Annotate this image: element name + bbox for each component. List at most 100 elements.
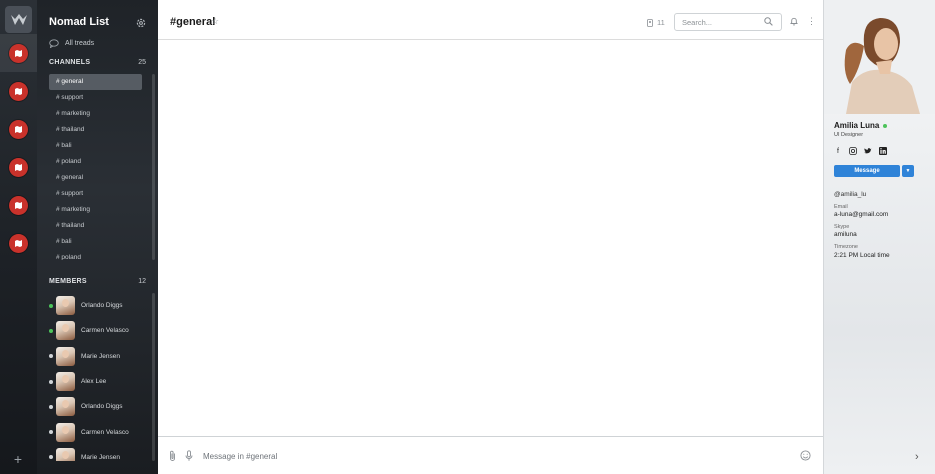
message-button[interactable]: Message: [834, 165, 900, 177]
email-label: Email: [834, 204, 848, 210]
search-icon[interactable]: [764, 17, 773, 26]
offline-status-dot: [49, 455, 53, 460]
channel-item[interactable]: # general: [49, 74, 142, 90]
timezone-value: 2:21 PM Local time: [834, 252, 890, 259]
map-icon: [9, 233, 28, 253]
linkedin-icon[interactable]: [879, 147, 887, 155]
members-scrollbar[interactable]: [152, 293, 155, 461]
workspace-item[interactable]: [0, 34, 37, 72]
workspace-item[interactable]: [0, 186, 37, 224]
map-icon: [9, 81, 28, 101]
app-logo-icon[interactable]: [5, 6, 32, 33]
workspace-item[interactable]: [0, 148, 37, 186]
member-count-value: 11: [657, 18, 665, 27]
chat-header: #general ☆ 11 ⋮: [158, 0, 823, 40]
team-name[interactable]: Nomad List: [49, 16, 109, 28]
channel-item[interactable]: # general: [49, 170, 142, 186]
channels-header: CHANNELS: [49, 59, 91, 66]
star-icon[interactable]: ☆: [211, 16, 219, 27]
member-name: Carmen Velasco: [81, 428, 129, 436]
profile-photo: [824, 0, 935, 114]
channel-list: # general # support # marketing # thaila…: [49, 74, 142, 260]
avatar: [56, 346, 75, 366]
channel-item[interactable]: # poland: [49, 154, 142, 170]
channels-count: 25: [138, 59, 146, 66]
avatar: [56, 422, 75, 442]
chat-bubble-icon: [49, 39, 59, 48]
skype-label: Skype: [834, 224, 850, 230]
workspace-rail: +: [0, 0, 37, 474]
offline-status-dot: [49, 354, 53, 359]
member-item[interactable]: Carmen Velasco: [49, 419, 149, 444]
message-list: [158, 41, 823, 436]
workspace-item[interactable]: [0, 72, 37, 110]
channel-sidebar: Nomad List ⌄ All treads CHANNELS 25 # ge…: [37, 0, 158, 474]
map-icon: [9, 119, 28, 139]
member-name: Marie Jensen: [81, 453, 121, 461]
channel-item[interactable]: # marketing: [49, 202, 142, 218]
member-item[interactable]: Orlando Diggs: [49, 293, 149, 318]
channel-item[interactable]: # thailand: [49, 218, 142, 234]
member-count[interactable]: 11: [647, 18, 665, 27]
paperclip-icon[interactable]: [168, 450, 177, 462]
chat-main: #general ☆ 11 ⋮: [158, 0, 823, 474]
member-name: Alex Lee: [81, 378, 107, 386]
member-item[interactable]: Orlando Diggs: [49, 394, 149, 419]
timezone-label: Timezone: [834, 244, 858, 250]
online-status-dot: [883, 123, 888, 128]
map-icon: [9, 43, 28, 63]
channel-item[interactable]: # thailand: [49, 122, 142, 138]
profile-panel: Amilia Luna UI Designer f Message ▼ @ami…: [823, 0, 935, 474]
avatar: [56, 372, 75, 392]
email-value[interactable]: a-luna@gmail.com: [834, 211, 888, 218]
offline-status-dot: [49, 404, 53, 409]
channel-item[interactable]: # support: [49, 90, 142, 106]
gear-icon[interactable]: [135, 17, 147, 29]
avatar: [56, 296, 75, 316]
microphone-icon[interactable]: [185, 450, 193, 462]
map-icon: [9, 157, 28, 177]
member-item[interactable]: Alex Lee: [49, 369, 149, 394]
all-threads-link[interactable]: All treads: [49, 39, 94, 48]
member-name: Orlando Diggs: [81, 403, 123, 411]
message-input[interactable]: [203, 448, 783, 464]
members-header: MEMBERS: [49, 278, 87, 285]
emoji-icon[interactable]: [800, 450, 811, 461]
offline-status-dot: [49, 379, 53, 384]
chevron-right-icon[interactable]: ›: [915, 451, 919, 463]
channel-item[interactable]: # poland: [49, 250, 142, 260]
add-workspace-button[interactable]: +: [10, 451, 26, 467]
chevron-down-icon[interactable]: ⌄: [103, 17, 110, 26]
online-status-dot: [49, 303, 53, 308]
bell-icon[interactable]: [790, 17, 798, 26]
members-count: 12: [138, 278, 146, 285]
message-composer: [158, 436, 823, 474]
profile-name-text: Amilia Luna: [834, 121, 880, 130]
avatar: [56, 321, 75, 341]
caret-down-icon[interactable]: ▼: [902, 165, 914, 177]
facebook-icon[interactable]: f: [834, 147, 842, 155]
member-name: Marie Jensen: [81, 352, 121, 360]
channel-item[interactable]: # bali: [49, 234, 142, 250]
member-item[interactable]: Marie Jensen: [49, 445, 149, 461]
channel-item[interactable]: # bali: [49, 138, 142, 154]
offline-status-dot: [49, 430, 53, 435]
channel-item[interactable]: # support: [49, 186, 142, 202]
online-status-dot: [49, 328, 53, 333]
channel-title: #general: [170, 16, 216, 28]
channels-scrollbar[interactable]: [152, 74, 155, 260]
member-item[interactable]: Marie Jensen: [49, 344, 149, 369]
member-name: Orlando Diggs: [81, 302, 123, 310]
workspace-item[interactable]: [0, 110, 37, 148]
instagram-icon[interactable]: [849, 147, 857, 155]
skype-value[interactable]: amiluna: [834, 231, 857, 238]
profile-role: UI Designer: [834, 132, 864, 138]
twitter-icon[interactable]: [864, 147, 872, 155]
workspace-item[interactable]: [0, 224, 37, 262]
member-item[interactable]: Carmen Velasco: [49, 318, 149, 343]
profile-name: Amilia Luna: [834, 121, 888, 130]
social-links: f: [834, 147, 887, 155]
map-icon: [9, 195, 28, 215]
channel-item[interactable]: # marketing: [49, 106, 142, 122]
more-options-icon[interactable]: ⋮: [807, 16, 816, 27]
